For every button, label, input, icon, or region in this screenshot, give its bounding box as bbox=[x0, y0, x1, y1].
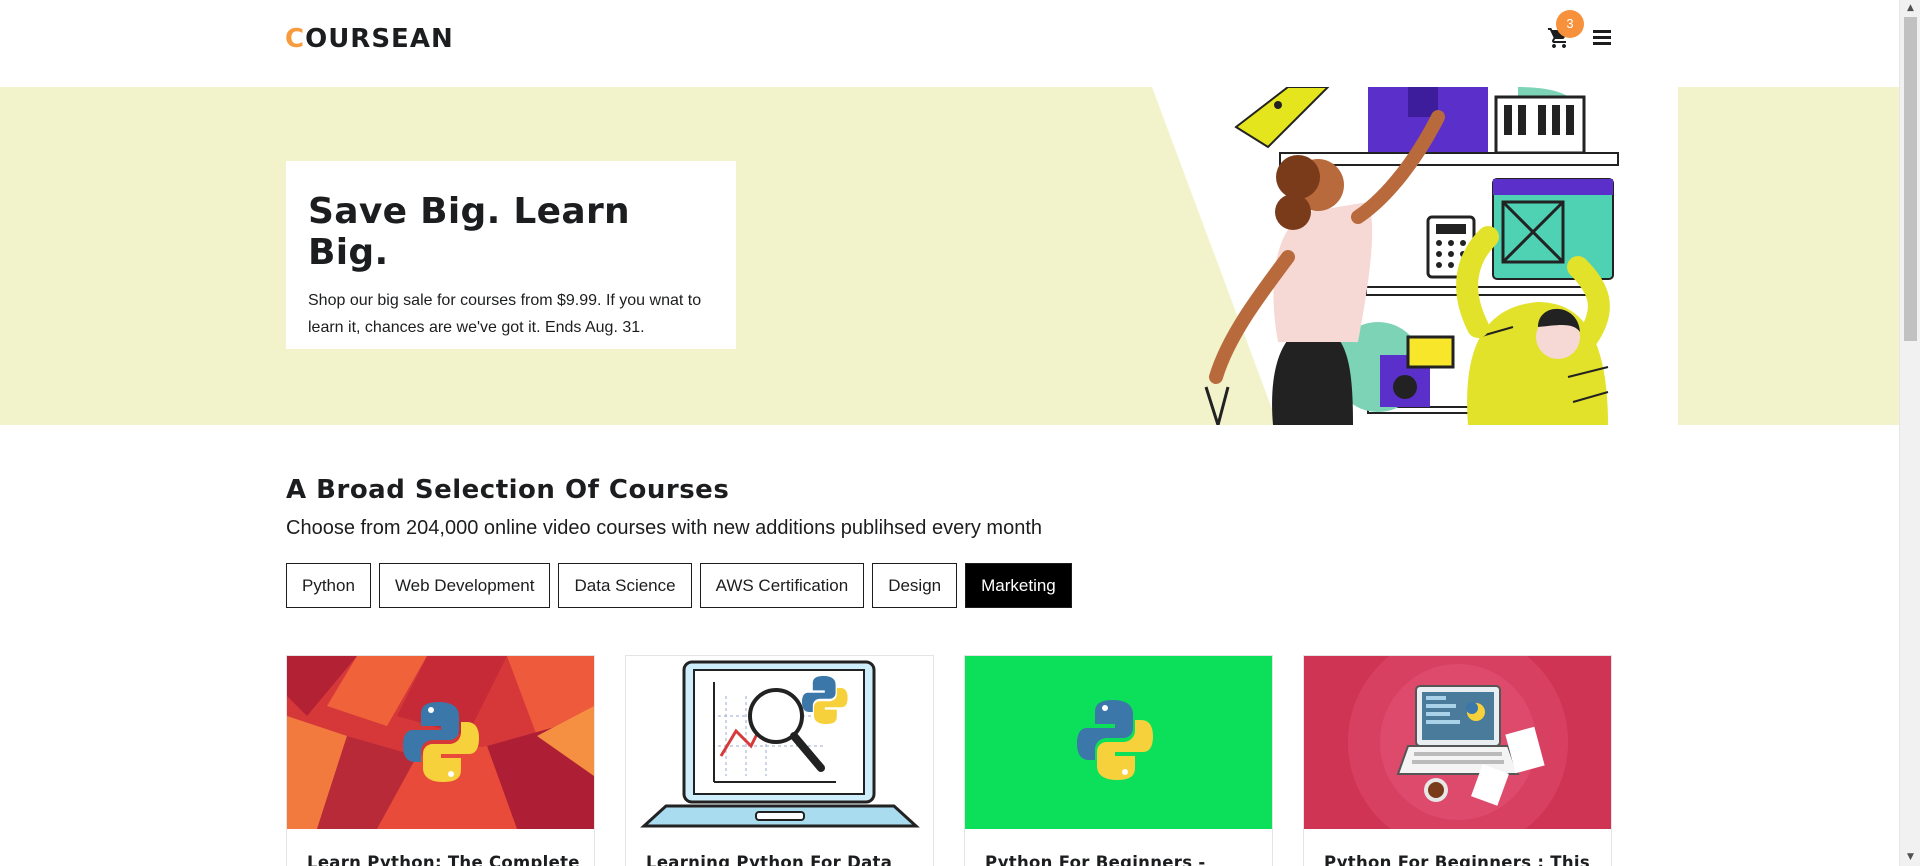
course-card[interactable]: Python For Beginners : This bbox=[1303, 655, 1612, 866]
tab-aws-certification[interactable]: AWS Certification bbox=[699, 563, 865, 608]
course-card[interactable]: Learn Python: The Complete bbox=[286, 655, 595, 866]
tab-design[interactable]: Design bbox=[872, 563, 958, 608]
scrollbar-thumb[interactable] bbox=[1904, 17, 1917, 341]
course-title[interactable]: Python For Beginners - bbox=[965, 833, 1272, 866]
course-thumbnail-image bbox=[1304, 656, 1611, 852]
hamburger-menu-icon[interactable] bbox=[1593, 30, 1611, 46]
section-title: A Broad Selection Of Courses bbox=[286, 475, 730, 505]
hero-banner: Save Big. Learn Big. Shop our big sale f… bbox=[0, 87, 1899, 425]
scroll-down-arrow-icon[interactable]: ▼ bbox=[1900, 849, 1920, 866]
section-subtitle: Choose from 204,000 online video courses… bbox=[286, 517, 1043, 539]
course-card[interactable]: Learning Python For Data bbox=[625, 655, 934, 866]
hero-title: Save Big. Learn Big. bbox=[308, 191, 630, 273]
site-logo[interactable]: COURSEAN bbox=[285, 24, 454, 54]
logo-accent-letter: C bbox=[285, 24, 306, 54]
course-thumbnail-image bbox=[965, 656, 1272, 829]
shopping-illustration bbox=[1152, 87, 1678, 425]
category-tabs: Python Web Development Data Science AWS … bbox=[286, 563, 1072, 608]
tab-web-development[interactable]: Web Development bbox=[378, 563, 551, 608]
tab-python[interactable]: Python bbox=[286, 563, 371, 608]
course-thumbnail-image bbox=[626, 656, 933, 829]
logo-text: OURSEAN bbox=[305, 24, 454, 54]
course-title[interactable]: Learn Python: The Complete bbox=[287, 833, 594, 866]
hero-promo-card: Save Big. Learn Big. Shop our big sale f… bbox=[286, 161, 736, 349]
tab-marketing[interactable]: Marketing bbox=[965, 563, 1072, 608]
hero-description: Shop our big sale for courses from $9.99… bbox=[308, 292, 702, 336]
site-header: COURSEAN 3 bbox=[0, 0, 1899, 87]
scroll-up-arrow-icon[interactable]: ▲ bbox=[1900, 0, 1920, 17]
tab-data-science[interactable]: Data Science bbox=[558, 563, 692, 608]
cart-count-badge: 3 bbox=[1556, 10, 1584, 38]
course-thumbnail-image bbox=[287, 656, 594, 829]
page-scrollbar[interactable]: ▲ ▼ bbox=[1899, 0, 1920, 866]
course-title[interactable]: Learning Python For Data bbox=[626, 833, 933, 866]
course-cards: Learn Python: The Complete Learning Pyth… bbox=[286, 655, 1612, 866]
page: COURSEAN 3 Save Big. Learn Big. Shop our… bbox=[0, 0, 1899, 866]
course-title[interactable]: Python For Beginners : This bbox=[1304, 833, 1611, 866]
course-card[interactable]: Python For Beginners - bbox=[964, 655, 1273, 866]
